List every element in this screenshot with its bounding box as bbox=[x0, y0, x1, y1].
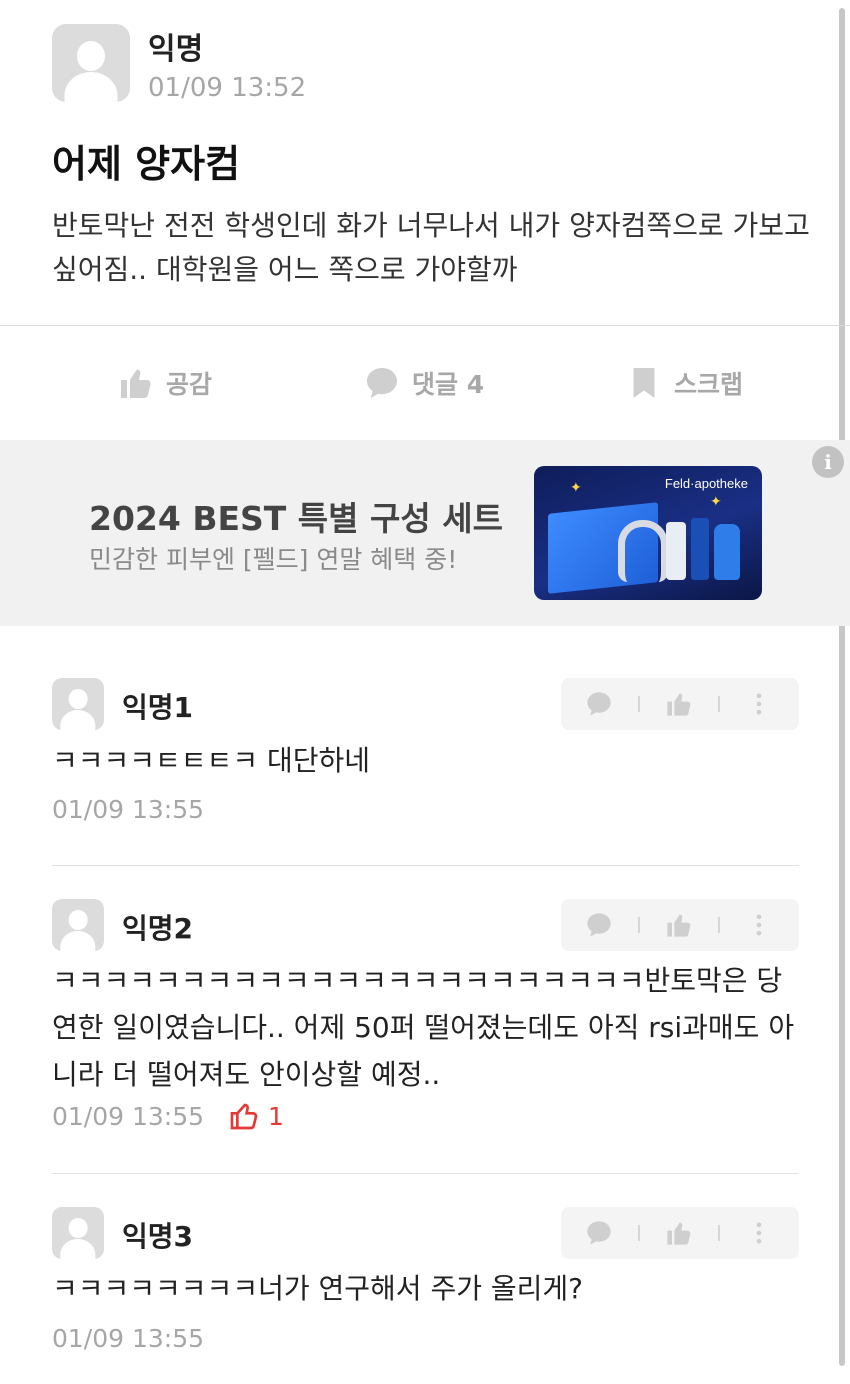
separator bbox=[718, 696, 720, 712]
comment-toolbar bbox=[561, 1207, 799, 1259]
comment-text: ㅋㅋㅋㅋㅋㅋㅋㅋㅋㅋㅋㅋㅋㅋㅋㅋㅋㅋㅋㅋㅋㅋㅋ반토막은 당연한 일이였습니다..… bbox=[52, 964, 795, 1091]
star-icon: ✦ bbox=[710, 494, 722, 510]
comment-toolbar bbox=[561, 899, 799, 951]
comment-vote-count: 1 bbox=[228, 1100, 284, 1132]
avatar bbox=[52, 1207, 104, 1259]
glove-shape bbox=[714, 524, 740, 580]
comment-like-button[interactable] bbox=[665, 911, 693, 939]
like-button[interactable]: 공감 bbox=[118, 350, 212, 416]
comment-divider bbox=[52, 865, 799, 866]
comment-like-button[interactable] bbox=[665, 690, 693, 718]
speech-bubble-icon bbox=[587, 913, 611, 937]
separator bbox=[638, 917, 640, 933]
avatar bbox=[52, 899, 104, 951]
reply-button[interactable] bbox=[585, 911, 613, 939]
comment-button[interactable]: 댓글 4 bbox=[364, 350, 484, 416]
thumbs-up-icon bbox=[667, 693, 691, 716]
speech-bubble-icon bbox=[367, 368, 397, 398]
comment-time: 01/09 13:55 bbox=[52, 1324, 205, 1353]
divider bbox=[0, 325, 850, 326]
comment-time: 01/09 13:55 bbox=[52, 795, 205, 824]
star-icon: ✦ bbox=[570, 480, 582, 496]
comment-toolbar bbox=[561, 678, 799, 730]
comment-author: 익명3 bbox=[122, 1220, 194, 1253]
like-label: 공감 bbox=[166, 370, 213, 399]
bookmark-icon bbox=[633, 368, 655, 398]
comment-text: ㅋㅋㅋㅋㅌㅌㅌㅋ 대단하네 bbox=[52, 744, 371, 777]
more-button[interactable] bbox=[745, 690, 773, 718]
avatar bbox=[52, 24, 130, 102]
reply-button[interactable] bbox=[585, 1219, 613, 1247]
comment-like-button[interactable] bbox=[665, 1219, 693, 1247]
ad-title: 2024 BEST 특별 구성 세트 bbox=[89, 499, 503, 538]
vote-count: 1 bbox=[268, 1101, 284, 1131]
scrollbar[interactable] bbox=[839, 8, 845, 1366]
scrap-button[interactable]: 스크랩 bbox=[626, 350, 743, 416]
thumbs-up-icon bbox=[667, 914, 691, 937]
bottle-shape bbox=[666, 522, 686, 580]
reply-button[interactable] bbox=[585, 690, 613, 718]
separator bbox=[638, 1225, 640, 1241]
ad-subtitle: 민감한 피부엔 [펠드] 연말 혜택 중! bbox=[89, 545, 458, 574]
comment-time: 01/09 13:55 bbox=[52, 1102, 205, 1131]
ad-brand-logo: Feld·apotheke bbox=[664, 476, 748, 491]
avatar bbox=[52, 678, 104, 730]
more-vertical-icon bbox=[756, 693, 762, 715]
info-icon[interactable]: i bbox=[812, 446, 844, 478]
post-body: 반토막난 전전 학생인데 화가 너무나서 내가 양자컴쪽으로 가보고 싶어짐..… bbox=[52, 209, 810, 286]
more-button[interactable] bbox=[745, 911, 773, 939]
more-vertical-icon bbox=[756, 1222, 762, 1244]
separator bbox=[638, 696, 640, 712]
scrap-label: 스크랩 bbox=[674, 370, 744, 399]
comment-text: ㅋㅋㅋㅋㅋㅋㅋㅋ너가 연구해서 주가 올리게? bbox=[52, 1272, 584, 1305]
comment-divider bbox=[52, 1173, 799, 1174]
post-author: 익명 bbox=[148, 32, 204, 67]
action-bar: 공감 댓글 4 스크랩 bbox=[0, 350, 850, 416]
bottle-shape bbox=[691, 518, 709, 580]
comment-author: 익명2 bbox=[122, 912, 194, 945]
thumbs-up-icon bbox=[667, 1222, 691, 1245]
comment-label: 댓글 4 bbox=[412, 370, 485, 399]
post-time: 01/09 13:52 bbox=[148, 73, 307, 103]
speech-bubble-icon bbox=[587, 692, 611, 716]
separator bbox=[718, 1225, 720, 1241]
more-vertical-icon bbox=[756, 914, 762, 936]
post-title: 어제 양자컴 bbox=[52, 142, 241, 186]
more-button[interactable] bbox=[745, 1219, 773, 1247]
ad-image[interactable]: Feld·apotheke ✦ ✦ bbox=[534, 466, 762, 600]
post-page: 익명 01/09 13:52 어제 양자컴 반토막난 전전 학생인데 화가 너무… bbox=[0, 0, 850, 1384]
separator bbox=[718, 917, 720, 933]
speech-bubble-icon bbox=[587, 1221, 611, 1245]
thumbs-up-icon bbox=[121, 369, 151, 398]
comment-author: 익명1 bbox=[122, 691, 194, 724]
thumbs-up-outline-icon bbox=[230, 1103, 258, 1130]
headphone-shape bbox=[618, 520, 668, 582]
